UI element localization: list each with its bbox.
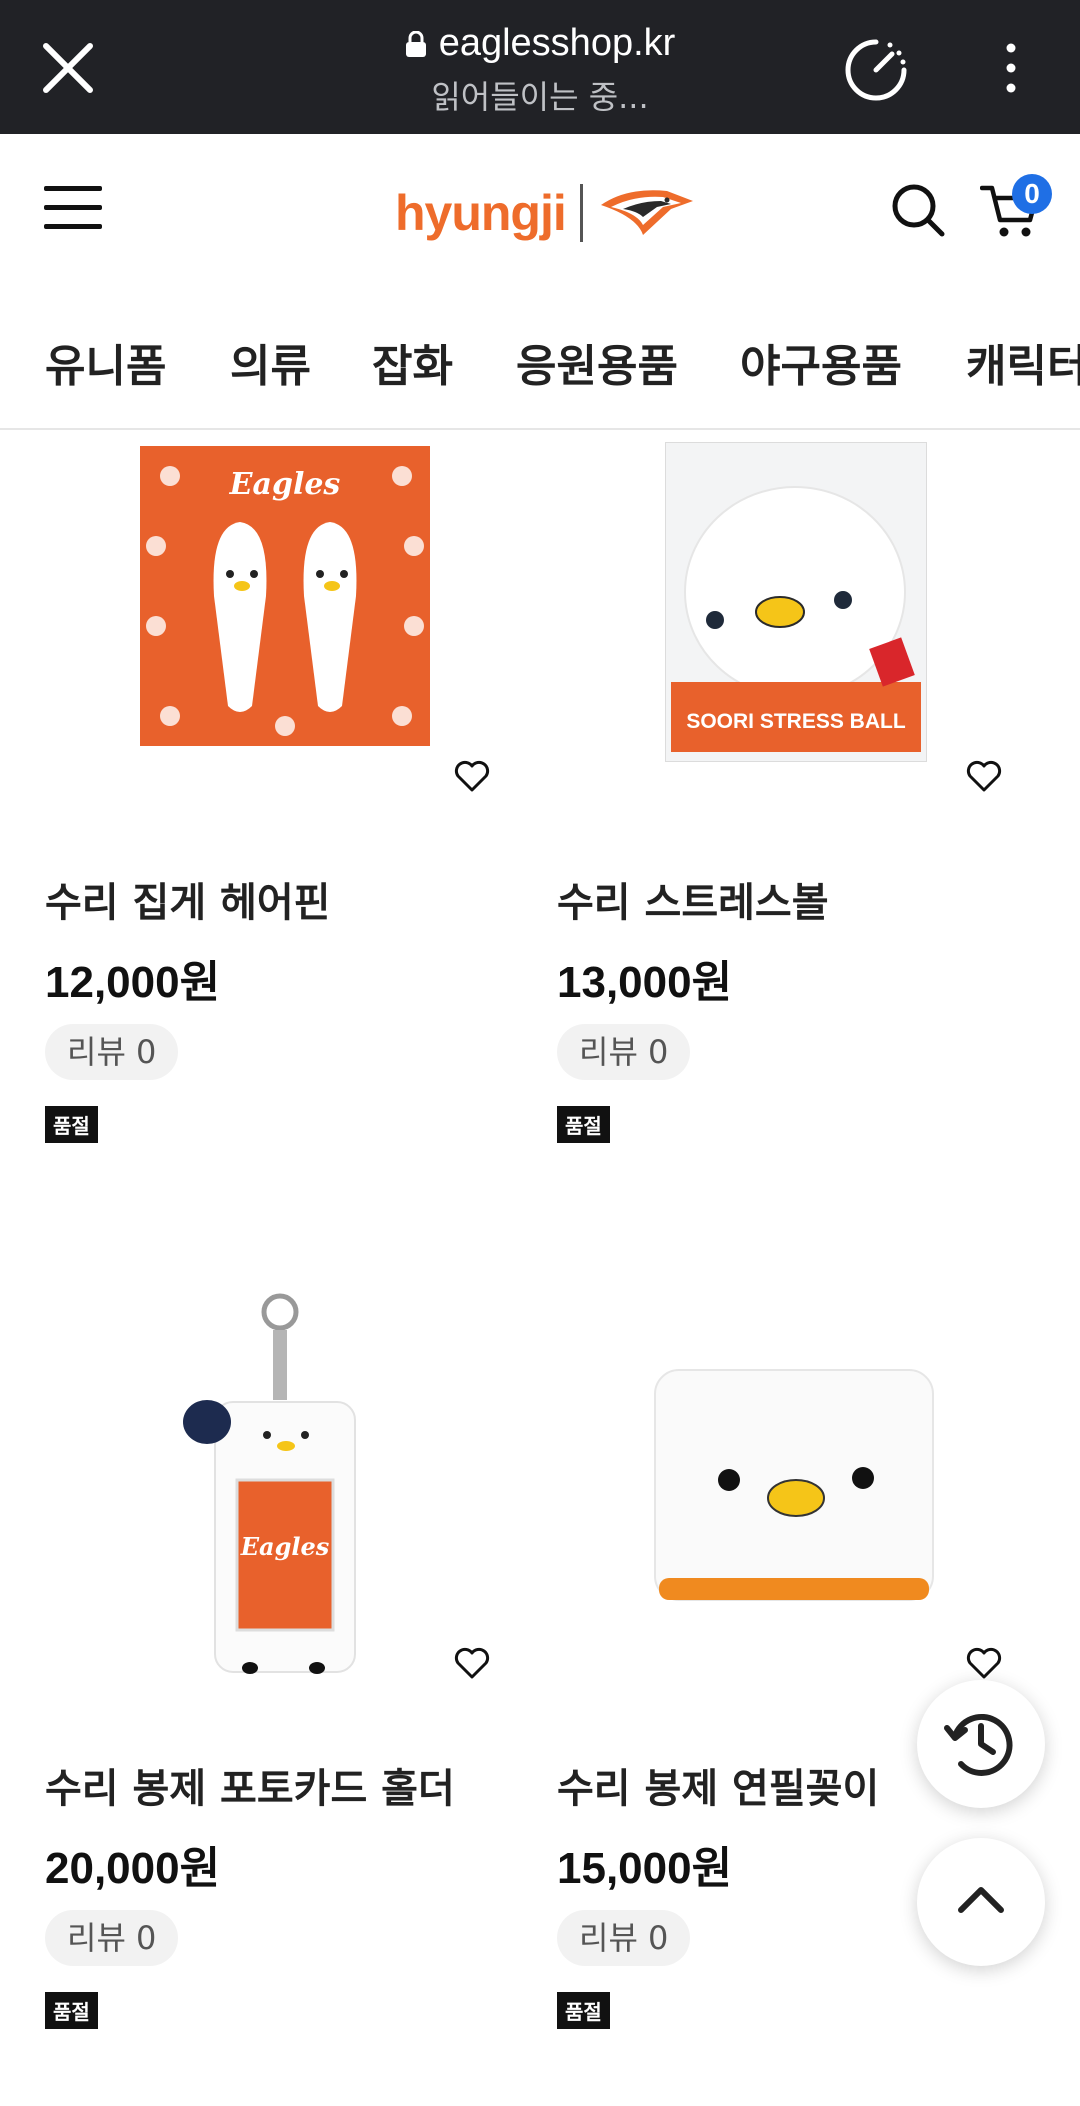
hamburger-menu-icon[interactable] [44, 186, 102, 230]
category-clothing[interactable]: 의류 [230, 330, 311, 394]
product-name[interactable]: 수리 봉제 포토카드 홀더 [45, 1756, 455, 1814]
product-name[interactable]: 수리 집게 헤어핀 [45, 870, 330, 928]
soldout-badge: 품절 [45, 1106, 98, 1143]
product-price: 15,000원 [557, 1844, 733, 1893]
logo-text: hyungji [395, 185, 567, 241]
review-badge: 리뷰 0 [557, 1024, 691, 1080]
category-uniform[interactable]: 유니폼 [45, 330, 166, 394]
package-text: SOORI STRESS BALL [686, 710, 906, 733]
product-image[interactable]: Eagles [175, 1290, 435, 1680]
heart-icon[interactable] [454, 1647, 490, 1679]
category-nav: 유니폼 의류 잡화 응원용품 야구용품 캐릭터 [0, 294, 1080, 430]
category-goods[interactable]: 잡화 [372, 330, 453, 394]
product-name[interactable]: 수리 스트레스볼 [557, 870, 829, 928]
history-icon [944, 1713, 1013, 1776]
product-card[interactable]: Eagles 수리 봉제 포토카드 홀더 20,000원 리뷰 0 품절 [45, 1290, 505, 2029]
chevron-up-icon [958, 1887, 1004, 1913]
product-card[interactable]: SOORI STRESS BALL 수리 스트레스볼 13,000원 리뷰 0 … [557, 430, 1017, 1150]
heart-icon[interactable] [454, 760, 490, 792]
soldout-badge: 품절 [557, 1992, 610, 2029]
svg-text:Eagles: Eagles [240, 1532, 330, 1561]
review-badge: 리뷰 0 [557, 1910, 691, 1966]
product-card[interactable]: Eagles 수리 집게 헤어핀 12,000원 리뷰 0 품절 [45, 430, 505, 1150]
address-bar[interactable]: eaglesshop.kr [0, 22, 1080, 65]
eagle-logo-icon [600, 190, 693, 235]
site-header: hyungji 0 [0, 134, 1080, 294]
review-badge: 리뷰 0 [45, 1910, 179, 1966]
product-image[interactable]: Eagles [140, 446, 430, 746]
site-logo[interactable]: hyungji [395, 178, 697, 248]
product-image[interactable] [649, 1360, 939, 1610]
category-character[interactable]: 캐릭터 [966, 330, 1080, 394]
kebab-menu-icon[interactable] [996, 40, 1026, 96]
search-icon[interactable] [890, 182, 946, 238]
review-badge: 리뷰 0 [45, 1024, 179, 1080]
product-price: 12,000원 [45, 958, 221, 1007]
speed-icon[interactable] [842, 36, 910, 104]
heart-icon[interactable] [966, 1647, 1002, 1679]
recent-history-button[interactable] [917, 1680, 1045, 1808]
category-baseball[interactable]: 야구용품 [740, 330, 902, 394]
lock-icon [405, 31, 426, 57]
url-text: eaglesshop.kr [438, 22, 676, 64]
browser-toolbar: eaglesshop.kr 읽어들이는 중... [0, 0, 1080, 134]
product-price: 13,000원 [557, 958, 733, 1007]
loading-status: 읽어들이는 중... [431, 78, 649, 116]
heart-icon[interactable] [966, 760, 1002, 792]
product-image[interactable]: SOORI STRESS BALL [665, 442, 927, 762]
svg-text:Eagles: Eagles [229, 467, 341, 502]
product-name[interactable]: 수리 봉제 연필꽂이 [557, 1756, 879, 1814]
product-price: 20,000원 [45, 1844, 221, 1893]
soldout-badge: 품절 [45, 1992, 98, 2029]
scroll-to-top-button[interactable] [917, 1838, 1045, 1966]
category-cheer[interactable]: 응원용품 [516, 330, 678, 394]
cart-count-badge: 0 [1012, 174, 1052, 214]
soldout-badge: 품절 [557, 1106, 610, 1143]
